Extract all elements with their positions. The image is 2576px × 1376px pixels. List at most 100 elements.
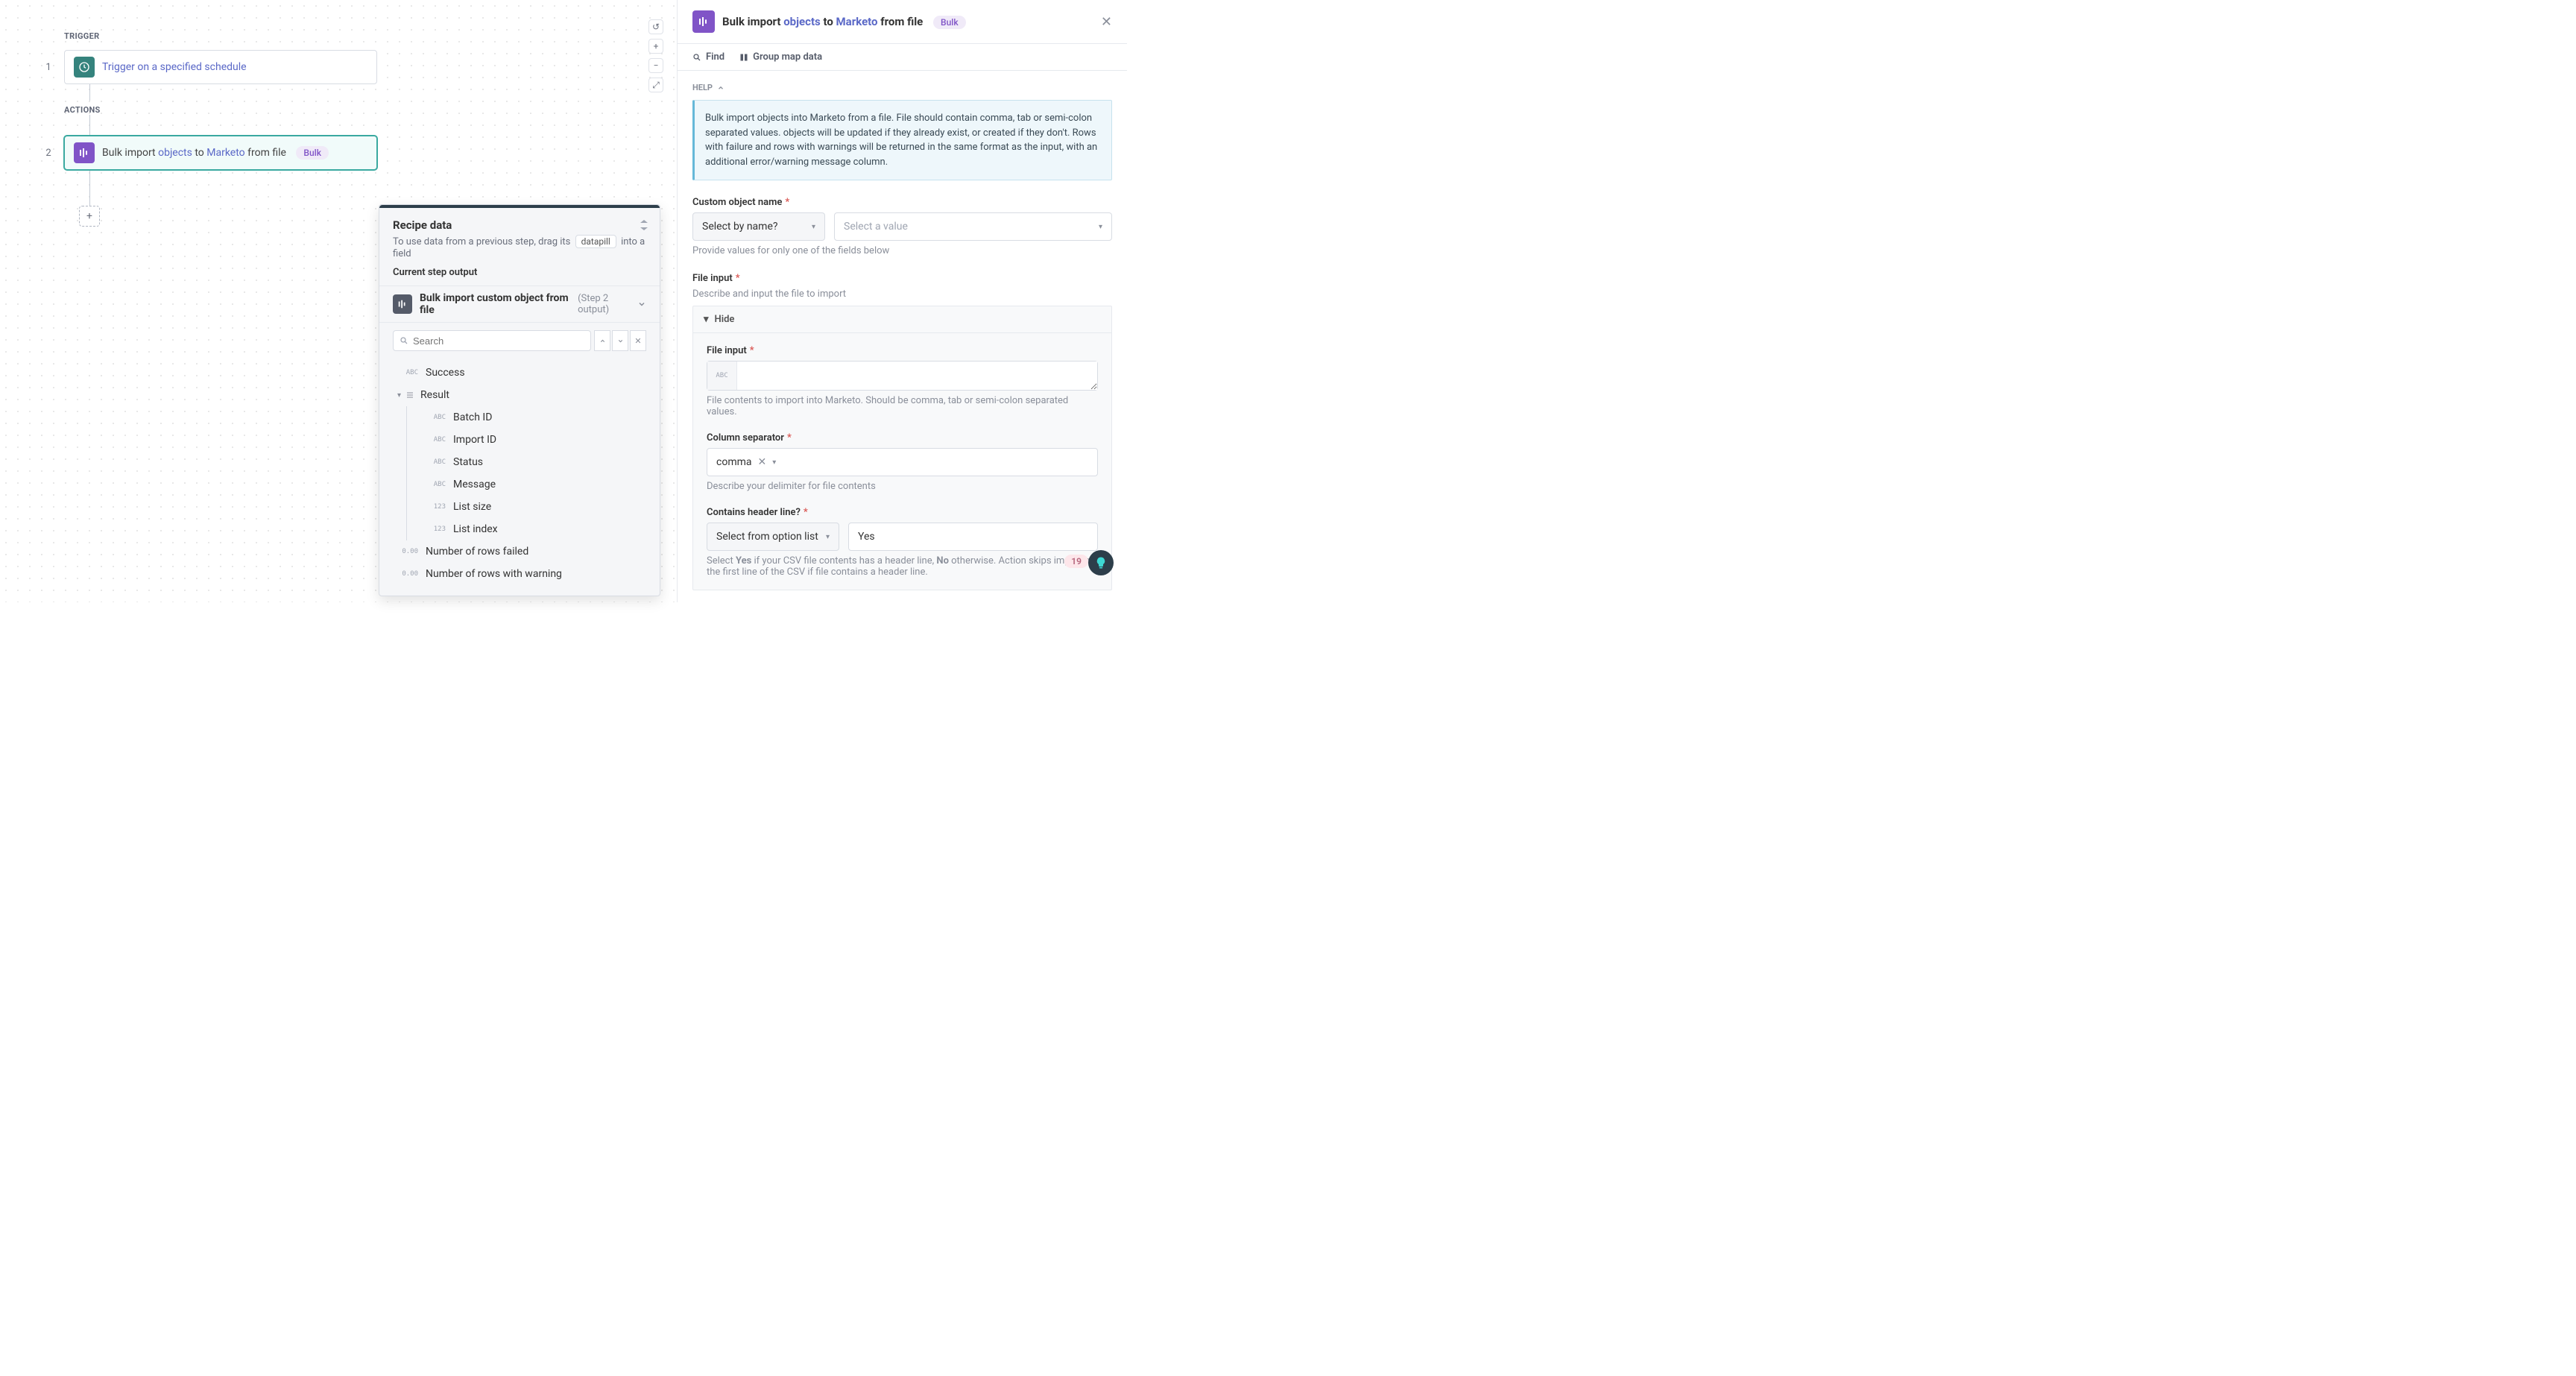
search-row: ✕ bbox=[379, 323, 660, 359]
file-input-label: File input* bbox=[692, 273, 1112, 284]
type-badge: 0.00 bbox=[397, 570, 418, 578]
tree-item-batch-id[interactable]: ABC Batch ID bbox=[407, 406, 646, 429]
search-input[interactable] bbox=[413, 335, 584, 347]
type-badge: ABC bbox=[425, 414, 446, 421]
type-badge: 123 bbox=[425, 526, 446, 533]
chevron-down-icon: ▾ bbox=[826, 533, 830, 541]
step-1-row: 1 Trigger on a specified schedule bbox=[0, 50, 677, 84]
bulk-badge: Bulk bbox=[933, 16, 966, 29]
custom-object-name-select[interactable]: Select a value ▾ bbox=[834, 212, 1112, 241]
output-header[interactable]: Bulk import custom object from file (Ste… bbox=[379, 285, 660, 323]
chevron-up-icon bbox=[717, 84, 724, 92]
notification-count-badge[interactable]: 19 bbox=[1064, 555, 1088, 568]
marketo-icon bbox=[692, 10, 715, 33]
panel-title: Bulk import objects to Marketo from file… bbox=[722, 15, 966, 29]
help-toggle[interactable]: HELP bbox=[692, 83, 1112, 92]
step-2-text: Bulk import objects to Marketo from file… bbox=[102, 146, 329, 160]
close-button[interactable]: ✕ bbox=[1101, 14, 1112, 30]
current-step-output-label: Current step output bbox=[379, 267, 660, 285]
tree-item-list-index[interactable]: 123 List index bbox=[407, 518, 646, 540]
drag-handle-icon[interactable] bbox=[640, 220, 648, 230]
undo-button[interactable]: ↺ bbox=[648, 19, 663, 34]
group-icon bbox=[739, 53, 748, 62]
inner-file-input-label: File input* bbox=[707, 345, 1098, 356]
canvas-controls: ↺ + − ⤢ bbox=[648, 19, 663, 92]
abc-type-icon: ABC bbox=[707, 362, 737, 390]
header-line-label: Contains header line?* bbox=[707, 507, 1098, 518]
output-tree: ABC Success ▾ Result ABC Batch ID ABC Im… bbox=[379, 359, 660, 596]
list-icon bbox=[405, 391, 414, 400]
connector-line bbox=[89, 84, 90, 101]
header-line-mode-select[interactable]: Select from option list ▾ bbox=[707, 523, 839, 551]
tree-item-import-id[interactable]: ABC Import ID bbox=[407, 429, 646, 451]
zoom-out-button[interactable]: − bbox=[648, 58, 663, 73]
tree-item-rows-failed[interactable]: 0.00 Number of rows failed bbox=[393, 540, 646, 563]
recipe-data-subtitle: To use data from a previous step, drag i… bbox=[393, 235, 646, 259]
file-input-textarea-wrap: ABC bbox=[707, 361, 1098, 391]
type-badge: ABC bbox=[425, 436, 446, 444]
step-1-card[interactable]: Trigger on a specified schedule bbox=[64, 50, 377, 84]
custom-object-name-hint: Provide values for only one of the field… bbox=[692, 245, 1112, 256]
output-meta: (Step 2 output) bbox=[578, 293, 637, 315]
group-map-data-button[interactable]: Group map data bbox=[739, 51, 822, 63]
add-step-button[interactable]: + bbox=[79, 206, 100, 227]
search-icon bbox=[400, 336, 408, 345]
connector-line bbox=[89, 115, 90, 136]
step-1-number: 1 bbox=[37, 62, 60, 73]
side-panel: Bulk import objects to Marketo from file… bbox=[677, 0, 1127, 602]
tree-item-rows-warning[interactable]: 0.00 Number of rows with warning bbox=[393, 563, 646, 585]
search-next-button[interactable] bbox=[612, 330, 628, 351]
find-button[interactable]: Find bbox=[692, 51, 724, 63]
inner-file-input-hint: File contents to import into Marketo. Sh… bbox=[707, 395, 1098, 417]
output-name: Bulk import custom object from file bbox=[420, 292, 573, 316]
file-input-hint: Describe and input the file to import bbox=[692, 288, 1112, 300]
tree-item-success[interactable]: ABC Success bbox=[393, 362, 646, 384]
search-clear-button[interactable]: ✕ bbox=[630, 330, 646, 351]
type-badge: ABC bbox=[425, 481, 446, 488]
column-separator-label: Column separator* bbox=[707, 432, 1098, 444]
file-input-textarea[interactable] bbox=[737, 362, 1097, 390]
step-1-text: Trigger on a specified schedule bbox=[102, 61, 247, 73]
clear-icon[interactable]: ✕ bbox=[757, 456, 766, 468]
help-lightbulb-button[interactable] bbox=[1088, 550, 1114, 575]
header-line-hint: Select Yes if your CSV file contents has… bbox=[707, 555, 1098, 578]
step-2-card[interactable]: Bulk import objects to Marketo from file… bbox=[64, 136, 377, 170]
caret-down-icon: ▾ bbox=[704, 314, 709, 325]
column-separator-select[interactable]: comma ✕ ▾ bbox=[707, 448, 1098, 476]
help-box: Bulk import objects into Marketo from a … bbox=[692, 100, 1112, 180]
caret-down-icon: ▾ bbox=[397, 391, 401, 400]
marketo-icon bbox=[74, 142, 95, 163]
chevron-down-icon: ▾ bbox=[772, 458, 776, 467]
type-badge: ABC bbox=[397, 369, 418, 376]
step-2-row: 2 Bulk import objects to Marketo from fi… bbox=[0, 136, 677, 170]
zoom-in-button[interactable]: + bbox=[648, 39, 663, 54]
tree-item-result[interactable]: ▾ Result bbox=[393, 384, 646, 406]
datapill-tag: datapill bbox=[575, 235, 616, 248]
connector-line bbox=[89, 170, 90, 206]
recipe-data-panel: Recipe data To use data from a previous … bbox=[379, 204, 660, 596]
step-2-number: 2 bbox=[37, 148, 60, 159]
select-by-name-dropdown[interactable]: Select by name? ▾ bbox=[692, 212, 825, 241]
tree-item-message[interactable]: ABC Message bbox=[407, 473, 646, 496]
chevron-down-icon: ▾ bbox=[1099, 223, 1102, 231]
panel-header: Bulk import objects to Marketo from file… bbox=[678, 0, 1127, 44]
header-line-value-select[interactable]: Yes bbox=[848, 523, 1098, 551]
search-icon bbox=[692, 53, 701, 62]
search-prev-button[interactable] bbox=[594, 330, 610, 351]
bulk-badge: Bulk bbox=[296, 146, 329, 160]
trigger-section-label: TRIGGER bbox=[64, 31, 677, 41]
type-badge: 123 bbox=[425, 503, 446, 511]
tree-item-status[interactable]: ABC Status bbox=[407, 451, 646, 473]
panel-body: HELP Bulk import objects into Marketo fr… bbox=[678, 71, 1127, 602]
tree-item-list-size[interactable]: 123 List size bbox=[407, 496, 646, 518]
clock-icon bbox=[74, 57, 95, 78]
panel-toolbar: Find Group map data bbox=[678, 44, 1127, 71]
file-input-group: ▾ Hide File input* ABC File contents to … bbox=[692, 306, 1112, 590]
chevron-down-icon: ▾ bbox=[812, 223, 815, 231]
fit-button[interactable]: ⤢ bbox=[648, 78, 663, 92]
hide-toggle[interactable]: ▾ Hide bbox=[693, 306, 1111, 333]
chevron-down-icon bbox=[637, 300, 646, 309]
search-input-wrapper bbox=[393, 330, 591, 351]
column-separator-hint: Describe your delimiter for file content… bbox=[707, 481, 1098, 492]
type-badge: ABC bbox=[425, 458, 446, 466]
